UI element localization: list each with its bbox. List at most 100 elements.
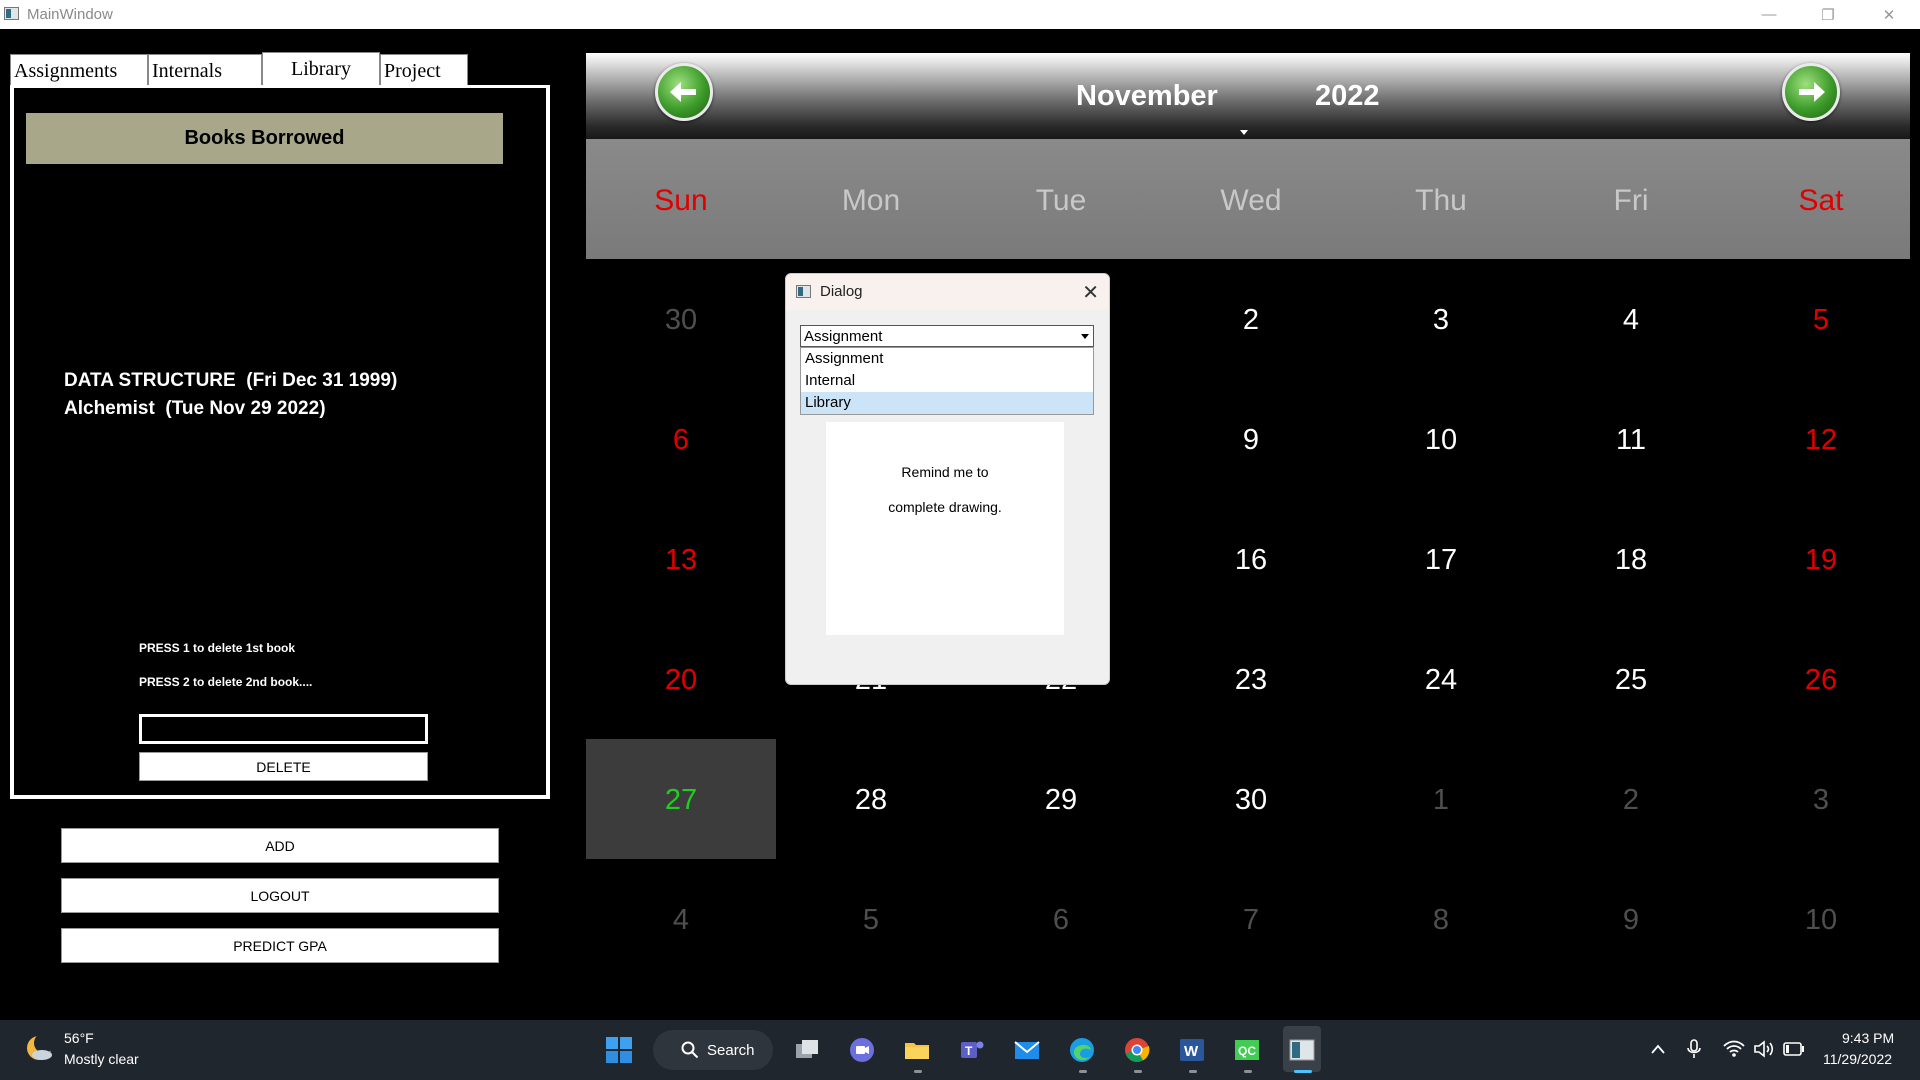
- close-button[interactable]: ✕: [1866, 0, 1912, 29]
- chrome-icon[interactable]: [1123, 1036, 1151, 1064]
- calendar-day-cell[interactable]: 28: [776, 784, 966, 817]
- wifi-icon[interactable]: [1723, 1040, 1745, 1058]
- dialog-window-icon: [796, 285, 811, 298]
- add-button[interactable]: ADD: [61, 828, 499, 863]
- volume-icon[interactable]: [1753, 1040, 1775, 1058]
- calendar-day-cell[interactable]: 10: [1346, 424, 1536, 457]
- weather-moon-icon[interactable]: [24, 1033, 54, 1063]
- calendar-day-cell[interactable]: 23: [1156, 664, 1346, 697]
- calendar-day-cell[interactable]: 5: [776, 904, 966, 937]
- reminder-text-line: Remind me to: [901, 464, 989, 480]
- weekday-label-sun: Sun: [654, 184, 708, 217]
- calendar-day-cell[interactable]: 30: [586, 304, 776, 337]
- category-dropdown-list: Assignment Internal Library: [800, 347, 1094, 415]
- weekday-label-tue: Tue: [1035, 184, 1087, 217]
- app-window-icon: [4, 7, 19, 20]
- weekday-label-wed: Wed: [1220, 184, 1282, 217]
- word-icon[interactable]: W: [1178, 1036, 1206, 1064]
- tab-assignments[interactable]: Assignments: [10, 54, 148, 86]
- delete-instruction: PRESS 1 to delete 1st book: [139, 641, 296, 655]
- calendar-day-cell[interactable]: 8: [1346, 904, 1536, 937]
- task-view-icon[interactable]: [793, 1036, 821, 1064]
- svg-text:QC: QC: [1238, 1044, 1256, 1058]
- calendar-day-cell[interactable]: 29: [966, 784, 1156, 817]
- calendar-day-cell[interactable]: 19: [1726, 544, 1916, 577]
- weather-temperature[interactable]: 56°F: [64, 1030, 94, 1046]
- dropdown-option-internal[interactable]: Internal: [801, 370, 1093, 392]
- calendar-day-cell[interactable]: 25: [1536, 664, 1726, 697]
- year-selector[interactable]: 2022: [1315, 80, 1380, 113]
- calendar-day-cell[interactable]: 6: [586, 424, 776, 457]
- tab-library[interactable]: Library: [262, 52, 380, 88]
- calendar-day-cell[interactable]: 4: [586, 904, 776, 937]
- month-selector[interactable]: November: [1076, 80, 1218, 113]
- dialog-close-icon[interactable]: ✕: [1082, 280, 1099, 305]
- chevron-up-icon[interactable]: [1650, 1043, 1666, 1055]
- calendar-day-cell[interactable]: 9: [1156, 424, 1346, 457]
- chevron-down-icon[interactable]: [1081, 334, 1089, 339]
- microphone-icon[interactable]: [1686, 1038, 1702, 1060]
- calendar-day-cell[interactable]: 20: [586, 664, 776, 697]
- calendar-day-cell[interactable]: 4: [1536, 304, 1726, 337]
- tab-project[interactable]: Project: [380, 54, 468, 86]
- category-combobox-value: Assignment: [804, 328, 883, 345]
- window-title: MainWindow: [27, 6, 113, 23]
- dropdown-option-assignment[interactable]: Assignment: [801, 348, 1093, 370]
- chat-icon[interactable]: [848, 1036, 876, 1064]
- qt-creator-icon[interactable]: QC: [1233, 1036, 1261, 1064]
- calendar-day-cell[interactable]: 26: [1726, 664, 1916, 697]
- category-combobox[interactable]: Assignment: [800, 325, 1094, 347]
- mail-icon[interactable]: [1013, 1036, 1041, 1064]
- delete-index-input[interactable]: [139, 714, 428, 744]
- running-indicator: [1244, 1070, 1252, 1073]
- svg-text:T: T: [965, 1044, 973, 1058]
- month-dropdown-caret-icon[interactable]: [1240, 130, 1248, 135]
- running-indicator: [1079, 1070, 1087, 1073]
- next-month-button[interactable]: [1782, 63, 1840, 121]
- calendar-day-cell[interactable]: 7: [1156, 904, 1346, 937]
- clock-date[interactable]: 11/29/2022: [1823, 1051, 1892, 1067]
- calendar-day-cell[interactable]: 17: [1346, 544, 1536, 577]
- battery-icon[interactable]: [1783, 1042, 1805, 1056]
- calendar-day-cell[interactable]: 30: [1156, 784, 1346, 817]
- calendar-day-cell[interactable]: 3: [1346, 304, 1536, 337]
- calendar-day-cell[interactable]: 2: [1536, 784, 1726, 817]
- calendar-day-cell[interactable]: 5: [1726, 304, 1916, 337]
- dropdown-option-library[interactable]: Library: [801, 392, 1093, 414]
- app-window-icon[interactable]: [1288, 1036, 1316, 1064]
- calendar-day-cell[interactable]: 11: [1536, 424, 1726, 457]
- logout-button[interactable]: LOGOUT: [61, 878, 499, 913]
- calendar-day-cell[interactable]: 16: [1156, 544, 1346, 577]
- reminder-text-area[interactable]: Remind me to complete drawing.: [826, 422, 1064, 635]
- start-icon[interactable]: [605, 1036, 633, 1064]
- clock-time[interactable]: 9:43 PM: [1842, 1030, 1894, 1046]
- books-borrowed-header: Books Borrowed: [26, 113, 503, 164]
- active-indicator: [1294, 1070, 1312, 1073]
- minimize-button[interactable]: —: [1746, 0, 1792, 29]
- window-titlebar: MainWindow — ❐ ✕: [0, 0, 1920, 29]
- weather-description[interactable]: Mostly clear: [64, 1051, 139, 1067]
- file-explorer-icon[interactable]: [903, 1036, 931, 1064]
- edge-icon[interactable]: [1068, 1036, 1096, 1064]
- predict-gpa-button[interactable]: PREDICT GPA: [61, 928, 499, 963]
- calendar-day-cell[interactable]: 9: [1536, 904, 1726, 937]
- calendar-day-cell[interactable]: 3: [1726, 784, 1916, 817]
- calendar-day-cell[interactable]: 12: [1726, 424, 1916, 457]
- teams-icon[interactable]: T: [958, 1036, 986, 1064]
- previous-month-button[interactable]: [655, 63, 713, 121]
- calendar-day-cell[interactable]: 13: [586, 544, 776, 577]
- svg-text:W: W: [1184, 1043, 1199, 1060]
- weekday-label-fri: Fri: [1613, 184, 1649, 217]
- calendar-day-cell[interactable]: 1: [1346, 784, 1536, 817]
- calendar-day-cell[interactable]: 18: [1536, 544, 1726, 577]
- taskbar-search[interactable]: Search: [653, 1030, 773, 1070]
- calendar-day-cell[interactable]: 10: [1726, 904, 1916, 937]
- calendar-day-cell[interactable]: 27: [586, 784, 776, 817]
- book-entry: Alchemist (Tue Nov 29 2022): [64, 398, 326, 419]
- calendar-day-cell[interactable]: 6: [966, 904, 1156, 937]
- tab-internals[interactable]: Internals: [148, 54, 262, 86]
- delete-button[interactable]: DELETE: [139, 752, 428, 781]
- calendar-day-cell[interactable]: 2: [1156, 304, 1346, 337]
- maximize-button[interactable]: ❐: [1805, 0, 1851, 29]
- calendar-day-cell[interactable]: 24: [1346, 664, 1536, 697]
